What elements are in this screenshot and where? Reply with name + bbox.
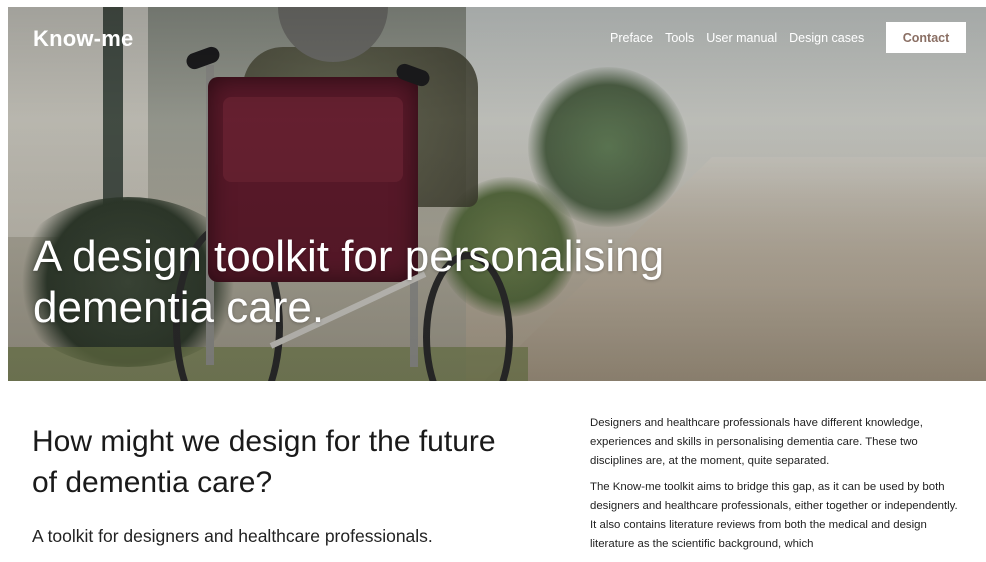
site-logo[interactable]: Know-me bbox=[33, 26, 133, 52]
contact-button[interactable]: Contact bbox=[886, 22, 966, 53]
nav-link-design-cases[interactable]: Design cases bbox=[789, 31, 864, 45]
nav-link-tools[interactable]: Tools bbox=[665, 31, 694, 45]
intro-text: Designers and healthcare professionals h… bbox=[590, 414, 962, 561]
intro-paragraph: The Know-me toolkit aims to bridge this … bbox=[590, 481, 958, 550]
hero-banner: Know-me Preface Tools User manual Design… bbox=[8, 7, 986, 381]
nav-link-preface[interactable]: Preface bbox=[610, 31, 653, 45]
intro-subheading: A toolkit for designers and healthcare p… bbox=[32, 526, 433, 546]
intro-paragraph: Designers and healthcare professionals h… bbox=[590, 417, 923, 467]
nav-link-user-manual[interactable]: User manual bbox=[706, 31, 777, 45]
hero-title: A design toolkit for personalising demen… bbox=[33, 232, 665, 332]
main-nav: Preface Tools User manual Design cases bbox=[610, 31, 864, 45]
intro-heading: How might we design for the future of de… bbox=[32, 425, 496, 499]
